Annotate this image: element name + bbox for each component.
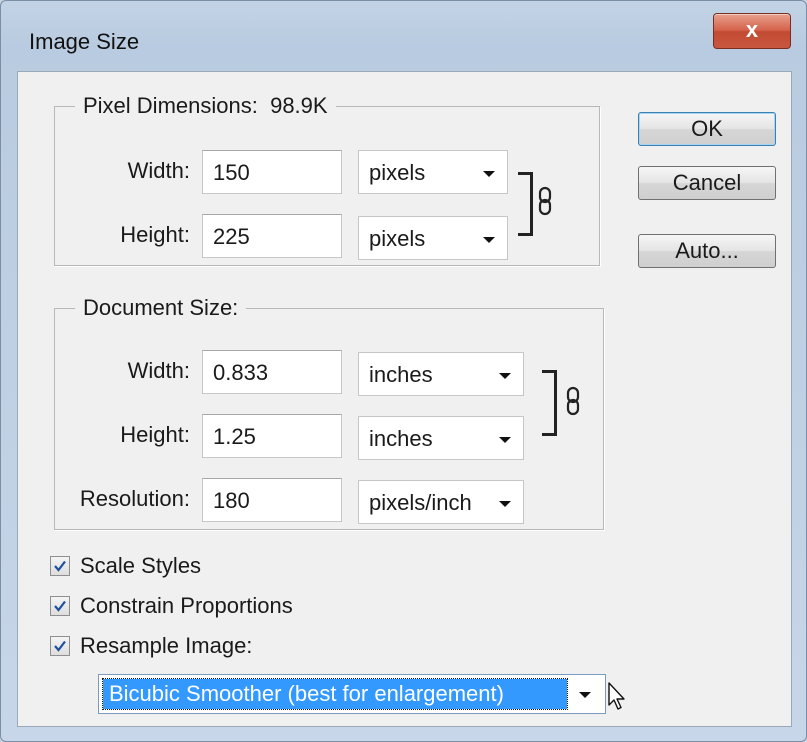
- checkmark-icon: [54, 600, 66, 612]
- pixel-dimensions-legend: Pixel Dimensions: 98.9K: [75, 93, 336, 119]
- pixel-constrain-bracket: [518, 172, 533, 236]
- scale-styles-checkbox[interactable]: [50, 556, 70, 576]
- ok-button[interactable]: OK: [638, 112, 776, 146]
- chain-link-icon: [566, 386, 580, 416]
- pixel-width-label: Width:: [127, 158, 190, 183]
- mouse-cursor-icon: [608, 682, 625, 710]
- title-bar: Image Size x: [1, 1, 806, 71]
- chevron-down-icon: [499, 373, 511, 379]
- resample-image-label: Resample Image:: [80, 633, 253, 658]
- chevron-down-icon: [499, 501, 511, 507]
- pixel-height-unit-select[interactable]: pixels: [358, 216, 508, 260]
- pixel-height-unit-value: pixels: [369, 226, 426, 251]
- checkmark-icon: [54, 640, 66, 652]
- document-width-unit-select[interactable]: inches: [358, 352, 524, 396]
- chevron-down-icon: [483, 171, 495, 177]
- pixel-width-unit-select[interactable]: pixels: [358, 150, 508, 194]
- chevron-down-icon: [483, 237, 495, 243]
- cancel-button[interactable]: Cancel: [638, 166, 776, 200]
- pixel-height-label: Height:: [120, 222, 190, 247]
- checkmark-icon: [54, 560, 66, 572]
- document-height-unit-value: inches: [369, 426, 433, 451]
- constrain-proportions-checkbox[interactable]: [50, 596, 70, 616]
- document-width-label: Width:: [127, 358, 190, 383]
- resolution-unit-select[interactable]: pixels/inch: [358, 480, 524, 524]
- document-height-input[interactable]: 1.25: [202, 414, 342, 458]
- chevron-down-icon: [579, 692, 591, 698]
- resolution-input[interactable]: 180: [202, 478, 342, 522]
- scale-styles-label: Scale Styles: [80, 553, 202, 578]
- chevron-down-icon: [499, 437, 511, 443]
- document-constrain-bracket: [542, 370, 557, 436]
- resample-image-checkbox[interactable]: [50, 636, 70, 656]
- auto-button[interactable]: Auto...: [638, 234, 776, 268]
- dialog-title: Image Size: [29, 29, 140, 54]
- resolution-unit-value: pixels/inch: [369, 490, 472, 515]
- resolution-label: Resolution:: [79, 486, 190, 511]
- dialog-client-area: Pixel Dimensions: 98.9K Width: 150 pixel…: [17, 71, 792, 727]
- close-icon: x: [745, 17, 759, 42]
- pixel-width-unit-value: pixels: [369, 160, 426, 185]
- document-height-unit-select[interactable]: inches: [358, 416, 524, 460]
- document-size-legend: Document Size:: [75, 295, 247, 321]
- image-size-dialog: Image Size x Pixel Dimensions: 98.9K Wid…: [0, 0, 807, 742]
- constrain-proportions-label: Constrain Proportions: [80, 593, 293, 618]
- pixel-height-input[interactable]: 225: [202, 214, 342, 258]
- resample-method-select[interactable]: Bicubic Smoother (best for enlargement): [98, 674, 606, 714]
- pixel-width-input[interactable]: 150: [202, 150, 342, 194]
- chain-link-icon: [538, 186, 552, 216]
- resample-method-value: Bicubic Smoother (best for enlargement): [102, 678, 568, 710]
- close-button[interactable]: x: [713, 13, 791, 49]
- document-width-unit-value: inches: [369, 362, 433, 387]
- document-width-input[interactable]: 0.833: [202, 350, 342, 394]
- document-height-label: Height:: [120, 422, 190, 447]
- pixel-dimensions-size: 98.9K: [270, 93, 328, 118]
